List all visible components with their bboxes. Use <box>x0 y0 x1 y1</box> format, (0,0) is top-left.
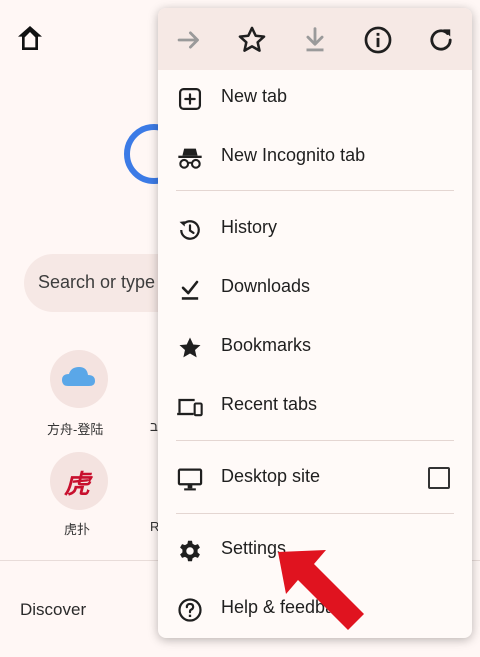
incognito-icon <box>178 148 202 169</box>
info-icon[interactable] <box>361 23 395 57</box>
menu-label-history: History <box>221 217 278 237</box>
bookmark-star-icon <box>179 337 201 358</box>
menu-item-recent-tabs[interactable]: Recent tabs <box>158 379 472 433</box>
forward-icon[interactable] <box>172 23 206 57</box>
menu-item-new-incognito-tab[interactable]: New Incognito tab <box>158 130 472 184</box>
desktop-site-checkbox[interactable] <box>428 467 450 489</box>
menu-separator <box>176 513 454 514</box>
menu-separator <box>176 190 454 191</box>
shortcut-label-fangzhou: 方舟-登陆 <box>47 422 104 437</box>
menu-item-downloads[interactable]: Downloads <box>158 261 472 315</box>
download-icon[interactable] <box>298 23 332 57</box>
menu-label-desktop-site: Desktop site <box>221 466 321 486</box>
new-tab-icon <box>178 87 202 111</box>
menu-item-history[interactable]: History <box>158 202 472 256</box>
shortcut-tile-hupu[interactable]: 虎 <box>50 452 108 510</box>
menu-label-downloads: Downloads <box>221 276 311 296</box>
shortcut-label-hupu: 虎扑 <box>64 522 91 537</box>
pointer-arrow-icon <box>278 550 364 630</box>
discover-heading: Discover <box>20 600 87 619</box>
star-icon[interactable] <box>235 23 269 57</box>
hupu-logo: 虎 <box>64 470 91 500</box>
menu-label-new-tab: New tab <box>221 86 288 106</box>
menu-toolbar <box>158 8 472 70</box>
history-icon <box>179 220 200 240</box>
shortcut-label-partial-1: ב <box>150 419 158 434</box>
desktop-icon <box>177 468 203 491</box>
downloads-icon <box>181 280 199 300</box>
help-icon <box>178 598 202 622</box>
cloud-icon <box>62 367 95 386</box>
menu-item-desktop-site[interactable]: Desktop site <box>158 451 472 505</box>
menu-item-new-tab[interactable]: New tab <box>158 71 472 125</box>
menu-separator <box>176 440 454 441</box>
shortcut-tile-fangzhou[interactable] <box>50 350 108 408</box>
menu-label-recent-tabs: Recent tabs <box>221 394 318 414</box>
menu-item-bookmarks[interactable]: Bookmarks <box>158 320 472 374</box>
menu-label-new-incognito-tab: New Incognito tab <box>221 145 366 165</box>
reload-icon[interactable] <box>424 23 458 57</box>
menu-label-bookmarks: Bookmarks <box>221 335 312 355</box>
devices-icon <box>177 398 203 417</box>
home-icon[interactable] <box>14 22 46 54</box>
search-placeholder: Search or type <box>38 272 156 292</box>
gear-icon <box>180 540 200 562</box>
